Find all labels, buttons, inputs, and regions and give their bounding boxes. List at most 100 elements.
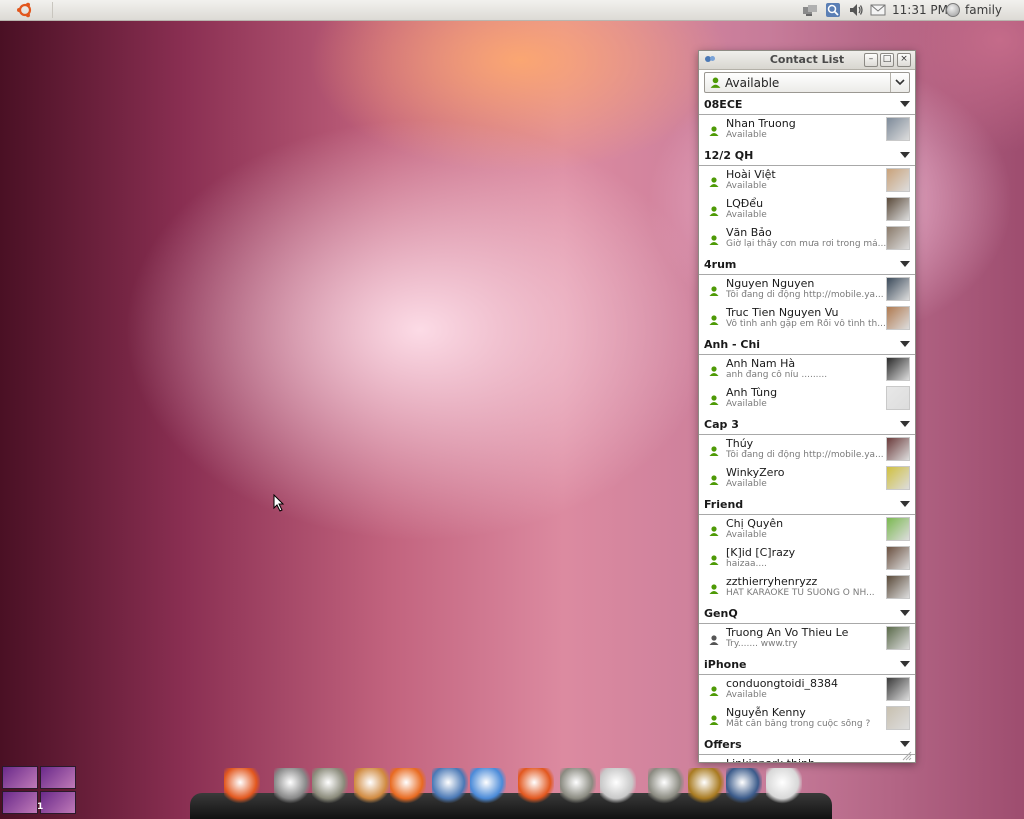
workspace-switcher[interactable]: 1 <box>2 766 78 816</box>
group-header[interactable]: 08ECE <box>699 96 915 115</box>
group-header[interactable]: 4rum <box>699 256 915 275</box>
expander-arrow-icon[interactable] <box>900 501 910 507</box>
contact-row[interactable]: Linkinpark thinhLife is not waiting! <box>699 756 915 762</box>
minimize-button[interactable]: – <box>864 53 878 67</box>
contact-row[interactable]: Nguyen Nguyen Tôi đang di động http://mob… <box>699 276 915 305</box>
ubuntu-logo-icon[interactable] <box>16 1 34 19</box>
contact-row[interactable]: Truc Tien Nguyen Vu Vô tình anh gặp em Rồ… <box>699 305 915 334</box>
group-header[interactable]: Offers <box>699 736 915 755</box>
mail-icon[interactable] <box>870 2 886 18</box>
expander-arrow-icon[interactable] <box>900 101 910 107</box>
available-status-icon <box>710 77 721 88</box>
calculator-icon[interactable] <box>312 768 348 804</box>
workspace-4[interactable] <box>40 791 76 814</box>
contact-row[interactable]: Anh Tùng Available <box>699 385 915 414</box>
contact-row[interactable]: LQĐểu Available <box>699 196 915 225</box>
expander-arrow-icon[interactable] <box>900 661 910 667</box>
contact-name: Nguyễn Kenny <box>726 706 806 719</box>
expander-arrow-icon[interactable] <box>900 741 910 747</box>
group-header[interactable]: Friend <box>699 496 915 515</box>
online-status-icon <box>709 475 719 485</box>
group-header[interactable]: Anh - Chi <box>699 336 915 355</box>
ubuntu-icon[interactable] <box>224 768 260 804</box>
contact-row[interactable]: zzthierryhenryzz HÁT KARAOKE TU SUONG O N… <box>699 574 915 603</box>
contact-status-message: Try....... www.try <box>726 639 798 649</box>
download-folder-icon[interactable] <box>648 768 684 804</box>
contact-row[interactable]: Văn Bảo Giờ lại thấy cơn mưa rơi trong má… <box>699 225 915 254</box>
close-button[interactable]: × <box>897 53 911 67</box>
contact-status-message: Tôi đang di động http://mobile.ya... <box>726 290 884 300</box>
contact-row[interactable]: Truong An Vo Thieu Le Try....... www.try <box>699 625 915 654</box>
contact-avatar <box>886 517 910 541</box>
window-titlebar[interactable]: Contact List – □ × <box>699 51 915 70</box>
contact-status-message: haizaa.... <box>726 559 767 569</box>
contact-avatar <box>886 168 910 192</box>
group-header[interactable]: GenQ <box>699 605 915 624</box>
chat-icon[interactable] <box>432 768 468 804</box>
maximize-button[interactable]: □ <box>880 53 894 67</box>
group-header[interactable]: iPhone <box>699 656 915 675</box>
contact-avatar <box>886 677 910 701</box>
network-icon[interactable] <box>802 2 818 18</box>
window-icon[interactable] <box>726 768 762 804</box>
phone-icon[interactable] <box>766 768 802 804</box>
contact-name: conduongtoidi_8384 <box>726 677 839 690</box>
contact-row[interactable]: WinkyZero Available <box>699 465 915 494</box>
contact-name: LQĐểu <box>726 197 764 210</box>
monitor-icon[interactable] <box>274 768 310 804</box>
group-name: 4rum <box>704 258 737 271</box>
status-dropdown[interactable]: Available <box>704 72 910 93</box>
contact-row[interactable]: Nguyễn Kenny Mất cân bằng trong cuộc sống… <box>699 705 915 734</box>
contact-avatar <box>886 706 910 730</box>
contact-status-message: Available <box>726 399 767 409</box>
status-value: Available <box>725 76 780 90</box>
user-status-icon[interactable] <box>946 3 960 17</box>
volume-icon[interactable] <box>848 2 864 18</box>
group-header[interactable]: Cap 3 <box>699 416 915 435</box>
contact-avatar <box>886 386 910 410</box>
contact-status-message: Tôi đang di động http://mobile.ya... <box>726 450 884 460</box>
chat-indicator-icon[interactable] <box>825 2 841 18</box>
expander-arrow-icon[interactable] <box>900 421 910 427</box>
contact-row[interactable]: Thúy Tôi đang di động http://mobile.ya... <box>699 436 915 465</box>
contact-status-message: anh đang cô níu ......... <box>726 370 828 380</box>
group-header[interactable]: 12/2 QH <box>699 147 915 166</box>
contact-row[interactable]: Nhan Truong Available <box>699 116 915 145</box>
paint-icon[interactable] <box>354 768 390 804</box>
expander-arrow-icon[interactable] <box>900 610 910 616</box>
firefox-icon[interactable] <box>390 768 426 804</box>
group-name: Offers <box>704 738 742 751</box>
user-name[interactable]: family <box>965 3 1002 17</box>
workspace-2[interactable] <box>40 766 76 789</box>
resize-grip-icon[interactable] <box>902 751 912 761</box>
contact-name: Văn Bảo <box>726 226 772 239</box>
expander-arrow-icon[interactable] <box>900 152 910 158</box>
contact-status-message: Available <box>726 130 767 140</box>
group-name: 08ECE <box>704 98 743 111</box>
clock-search-icon[interactable] <box>600 768 636 804</box>
online-status-icon <box>709 715 719 725</box>
contact-status-message: Available <box>726 479 767 489</box>
expander-arrow-icon[interactable] <box>900 341 910 347</box>
fire-icon[interactable] <box>688 768 724 804</box>
contact-name: Truc Tien Nguyen Vu <box>726 306 839 319</box>
clock[interactable]: 11:31 PM <box>892 3 948 17</box>
contact-name: zzthierryhenryzz <box>726 575 818 588</box>
expander-arrow-icon[interactable] <box>900 261 910 267</box>
contact-avatar <box>886 117 910 141</box>
chrome-icon[interactable] <box>470 768 506 804</box>
workspace-1[interactable] <box>2 766 38 789</box>
online-status-icon <box>709 395 719 405</box>
contact-row[interactable]: Chị Quyên Available <box>699 516 915 545</box>
status-dropdown-arrow[interactable] <box>890 73 909 92</box>
online-status-icon <box>709 686 719 696</box>
group-name: Cap 3 <box>704 418 739 431</box>
contact-row[interactable]: [K]id [C]razy haizaa.... <box>699 545 915 574</box>
contact-row[interactable]: Hoài Việt Available <box>699 167 915 196</box>
ubuntu-icon[interactable] <box>518 768 554 804</box>
file-manager-icon[interactable] <box>560 768 596 804</box>
contact-row[interactable]: conduongtoidi_8384 Available <box>699 676 915 705</box>
workspace-3[interactable] <box>2 791 38 814</box>
contact-avatar <box>886 357 910 381</box>
contact-row[interactable]: Anh Nam Hà anh đang cô níu ......... <box>699 356 915 385</box>
